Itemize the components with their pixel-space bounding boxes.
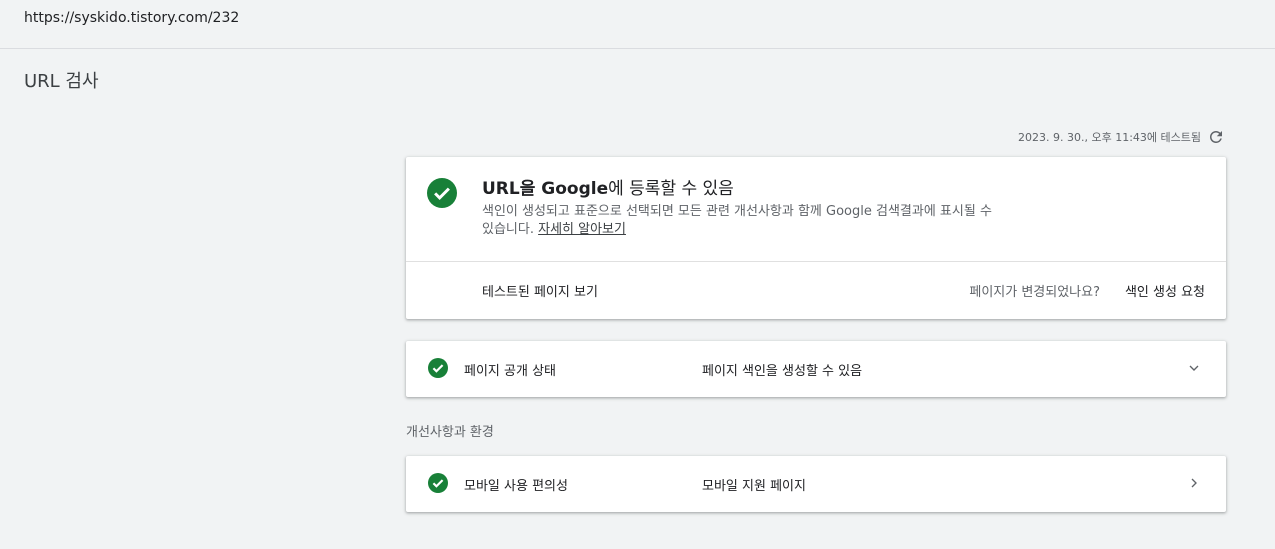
page-title: URL 검사 — [24, 71, 99, 92]
status-heading: URL을 Google에 등록할 수 있음 — [482, 174, 734, 199]
refresh-icon[interactable] — [1207, 128, 1225, 146]
check-circle-icon — [428, 358, 448, 378]
chevron-down-icon[interactable] — [1186, 360, 1202, 376]
card-actions: 테스트된 페이지 보기 페이지가 변경되었나요? 색인 생성 요청 — [406, 262, 1226, 319]
check-circle-icon — [427, 178, 457, 208]
page-availability-row[interactable]: 페이지 공개 상태 페이지 색인을 생성할 수 있음 — [406, 341, 1226, 397]
indexing-status-card: URL을 Google에 등록할 수 있음 색인이 생성되고 표준으로 선택되면… — [406, 157, 1226, 319]
url-bar: https://syskido.tistory.com/232 — [0, 0, 1275, 49]
learn-more-link[interactable]: 자세히 알아보기 — [538, 222, 626, 237]
availability-value: 페이지 색인을 생성할 수 있음 — [702, 364, 863, 379]
check-circle-icon — [428, 473, 448, 493]
request-indexing-button[interactable]: 색인 생성 요청 — [1125, 281, 1205, 300]
status-description: 색인이 생성되고 표준으로 선택되면 모든 관련 개선사항과 함께 Google… — [482, 203, 1002, 239]
tested-timestamp: 2023. 9. 30., 오후 11:43에 테스트됨 — [1018, 131, 1201, 144]
status-summary: URL을 Google에 등록할 수 있음 색인이 생성되고 표준으로 선택되면… — [406, 157, 1226, 262]
status-heading-rest: 에 등록할 수 있음 — [608, 179, 734, 199]
enhancements-heading: 개선사항과 환경 — [406, 425, 494, 440]
view-tested-page-button[interactable]: 테스트된 페이지 보기 — [482, 281, 598, 300]
test-status-row: 2023. 9. 30., 오후 11:43에 테스트됨 — [1018, 128, 1225, 146]
inspected-url[interactable]: https://syskido.tistory.com/232 — [24, 10, 239, 26]
mobile-usability-value: 모바일 지원 페이지 — [702, 479, 806, 494]
status-heading-bold: URL을 Google — [482, 179, 609, 199]
mobile-usability-row[interactable]: 모바일 사용 편의성 모바일 지원 페이지 — [406, 456, 1226, 512]
mobile-usability-label: 모바일 사용 편의성 — [464, 479, 568, 494]
availability-label: 페이지 공개 상태 — [464, 364, 556, 379]
page-changed-question: 페이지가 변경되었나요? — [969, 285, 1100, 300]
chevron-right-icon[interactable] — [1186, 475, 1202, 491]
